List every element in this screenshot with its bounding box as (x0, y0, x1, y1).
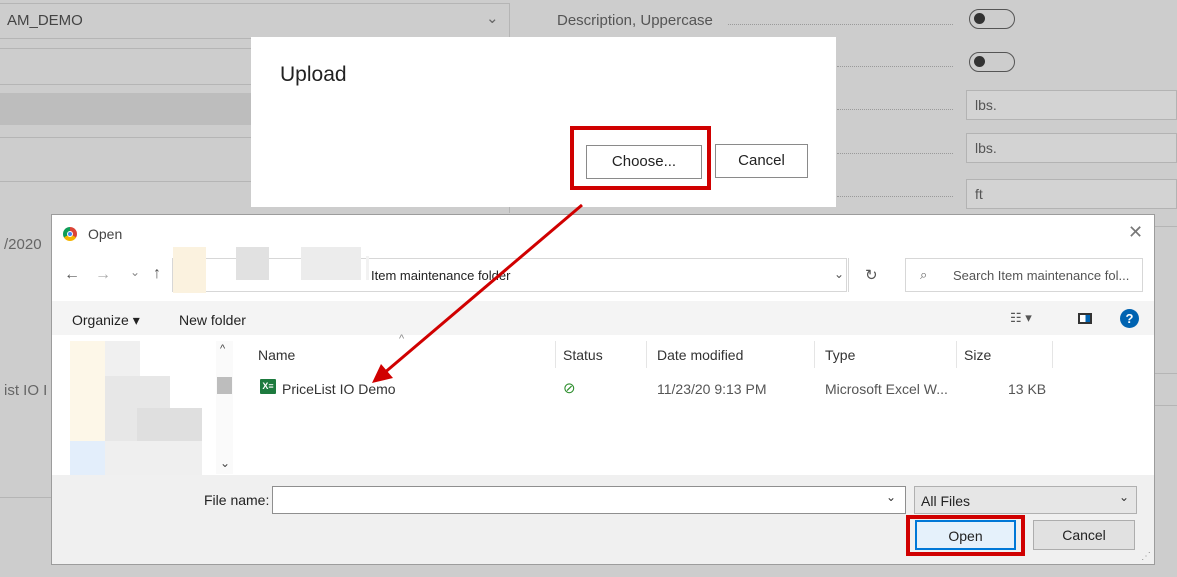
blurred-path-segment (236, 247, 269, 280)
divider (0, 137, 260, 138)
dot-leader (837, 153, 953, 154)
up-arrow-icon[interactable]: ↑ (153, 265, 161, 283)
resize-grip-icon[interactable]: ⋰ (1141, 551, 1151, 562)
back-arrow-icon[interactable]: ← (64, 266, 80, 284)
open-dialog-title: Open (88, 226, 123, 242)
divider (0, 84, 260, 85)
file-name-input[interactable]: ⌄ (272, 486, 906, 514)
navigation-pane[interactable] (70, 341, 234, 476)
command-bar: Organize ▾ New folder ☷ ▾ ? (52, 301, 1154, 335)
sync-status-icon: ⊘ (563, 380, 576, 397)
dot-leader (837, 109, 953, 110)
upload-cancel-button[interactable]: Cancel (715, 144, 808, 178)
file-name: PriceList IO Demo (282, 381, 396, 397)
chevron-down-icon[interactable]: ⌄ (220, 456, 230, 470)
blurred-nav-item (137, 408, 202, 443)
background-item-fragment: ist IO I (4, 382, 48, 399)
organize-button[interactable]: Organize ▾ (72, 312, 140, 329)
chevron-down-icon[interactable]: ⌄ (886, 490, 896, 504)
unit-field[interactable]: ft (966, 179, 1177, 209)
chevron-up-icon[interactable]: ^ (220, 343, 225, 355)
blurred-path-segment (173, 247, 206, 293)
background-selected-row (0, 93, 253, 125)
forward-arrow-icon[interactable]: → (95, 266, 111, 284)
chevron-down-icon: ⌄ (1119, 490, 1130, 504)
column-date-modified[interactable]: Date modified (657, 347, 743, 363)
column-size[interactable]: Size (964, 347, 991, 363)
blurred-nav-item (105, 441, 202, 476)
column-divider (555, 341, 556, 368)
unit-field[interactable]: lbs. (966, 133, 1177, 163)
divider (0, 3, 510, 4)
search-placeholder: Search Item maintenance fol... (953, 268, 1130, 283)
preview-pane-icon[interactable] (1078, 313, 1092, 324)
blurred-path-segment (366, 256, 369, 280)
dot-leader (837, 66, 953, 67)
blurred-path-segment (301, 247, 361, 280)
help-icon[interactable]: ? (1120, 309, 1139, 328)
sort-arrow-icon: ^ (399, 333, 405, 345)
upload-dialog-title: Upload (280, 63, 347, 86)
column-type[interactable]: Type (825, 347, 855, 363)
file-name-label: File name: (204, 492, 270, 508)
chevron-down-icon[interactable]: ⌄ (486, 9, 499, 27)
column-status[interactable]: Status (563, 347, 603, 363)
search-icon: ⌕ (920, 267, 928, 282)
divider (0, 497, 52, 498)
column-divider (1052, 341, 1053, 368)
address-divider (848, 258, 849, 292)
open-highlight (906, 515, 1025, 556)
description-uppercase-label: Description, Uppercase (557, 12, 713, 29)
uppercase-toggle[interactable] (969, 9, 1015, 29)
file-date: 11/23/20 9:13 PM (657, 381, 767, 397)
address-bar[interactable]: Item maintenance folder ⌄ (172, 247, 847, 293)
divider (1155, 226, 1177, 227)
column-divider (956, 341, 957, 368)
unit-field[interactable]: lbs. (966, 90, 1177, 120)
background-date-fragment: /2020 (4, 236, 42, 253)
blurred-nav-item (70, 441, 105, 476)
divider (0, 48, 260, 49)
nav-scrollbar[interactable]: ^ ⌄ (216, 341, 233, 474)
dot-leader (837, 196, 953, 197)
chrome-icon (63, 227, 77, 241)
recent-locations-icon[interactable]: ⌄ (130, 265, 140, 279)
view-options-icon[interactable]: ☷ ▾ (1010, 310, 1032, 326)
column-name[interactable]: Name (258, 347, 295, 363)
filter-value: All Files (921, 493, 971, 509)
divider (1155, 405, 1177, 406)
refresh-icon[interactable]: ↻ (865, 266, 878, 284)
scroll-thumb[interactable] (217, 377, 232, 394)
file-type-filter[interactable]: All Files ⌄ (914, 486, 1137, 514)
file-size: 13 KB (1008, 381, 1047, 397)
close-icon[interactable]: ✕ (1128, 222, 1143, 243)
blurred-nav-item (105, 341, 140, 376)
file-type: Microsoft Excel W... (825, 381, 948, 397)
dot-leader (728, 24, 953, 25)
choose-highlight (570, 126, 711, 190)
option-toggle[interactable] (969, 52, 1015, 72)
upload-dialog: Upload Choose... Cancel (251, 37, 836, 207)
background-field-value: AM_DEMO (7, 12, 83, 29)
open-cancel-button[interactable]: Cancel (1033, 520, 1135, 550)
open-file-dialog: Open ✕ ← → ⌄ ↑ Item maintenance folder ⌄… (51, 214, 1155, 565)
excel-file-icon: X≡ (260, 379, 276, 394)
chevron-down-icon[interactable]: ⌄ (834, 267, 844, 281)
column-divider (646, 341, 647, 368)
divider (0, 181, 260, 182)
search-input[interactable]: ⌕ Search Item maintenance fol... (905, 258, 1143, 292)
column-divider (814, 341, 815, 368)
new-folder-button[interactable]: New folder (179, 312, 246, 328)
divider (1155, 373, 1177, 374)
address-path: Item maintenance folder (371, 268, 511, 283)
